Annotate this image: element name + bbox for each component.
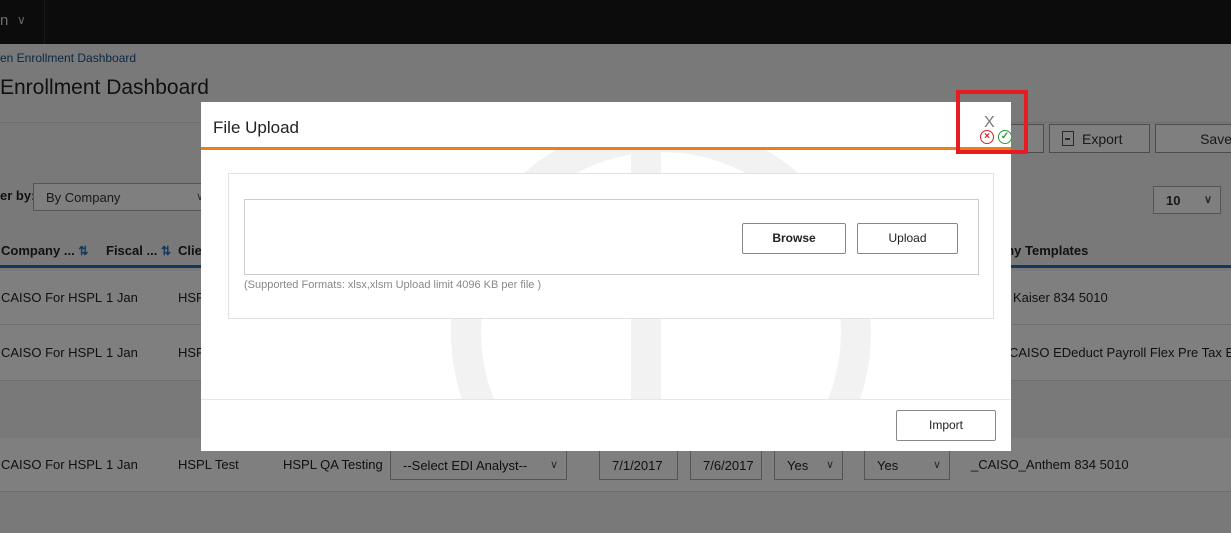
supported-formats-hint: (Supported Formats: xlsx,xlsm Upload lim… — [244, 279, 542, 291]
file-drop-area[interactable]: Browse Upload — [244, 199, 979, 275]
modal-header: File Upload X × ✓ — [201, 102, 1011, 150]
modal-footer: Import — [201, 399, 1011, 451]
browse-button[interactable]: Browse — [742, 223, 846, 254]
upload-panel: Browse Upload (Supported Formats: xlsx,x… — [228, 173, 994, 319]
import-button[interactable]: Import — [896, 410, 996, 441]
upload-button[interactable]: Upload — [857, 223, 958, 254]
modal-title: File Upload — [213, 118, 299, 137]
close-button-highlight — [956, 90, 1028, 154]
file-upload-modal: File Upload X × ✓ Browse Upload (Support… — [201, 102, 1011, 451]
